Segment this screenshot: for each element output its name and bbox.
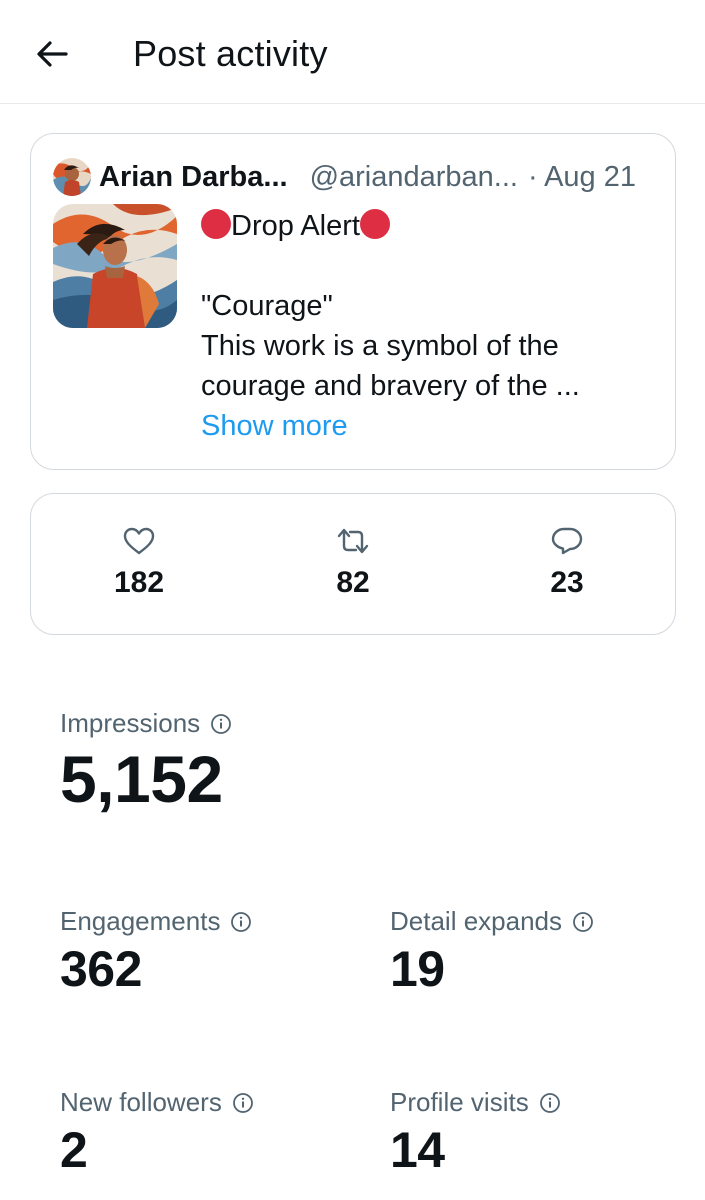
info-icon[interactable] <box>539 1092 561 1114</box>
author-name[interactable]: Arian Darba... <box>99 161 288 194</box>
info-icon[interactable] <box>572 911 594 933</box>
replies-count: 23 <box>550 566 584 599</box>
new-followers-value: 2 <box>60 1122 88 1178</box>
engagement-summary-card: 182 82 23 <box>30 493 676 635</box>
reposts-count: 82 <box>336 566 370 599</box>
top-bar: Post activity <box>0 0 705 104</box>
detail-expands-value: 19 <box>390 941 445 997</box>
replies-stat[interactable]: 23 <box>507 524 627 600</box>
post-body-line: This work is a symbol of the <box>201 330 559 362</box>
reposts-stat[interactable]: 82 <box>293 524 413 600</box>
engagements-metric: Engagements 362 <box>60 906 252 1001</box>
likes-count: 182 <box>113 566 165 599</box>
post-preview-card[interactable]: Arian Darba... @ariandarban... · Aug 21 … <box>30 133 676 470</box>
avatar[interactable] <box>53 158 91 196</box>
red-circle-emoji <box>359 209 390 239</box>
info-icon[interactable] <box>232 1092 254 1114</box>
post-media-thumbnail[interactable] <box>53 204 177 328</box>
reply-icon <box>551 527 583 555</box>
repost-icon <box>337 528 369 554</box>
page-title: Post activity <box>133 33 328 74</box>
impressions-label: Impressions <box>60 708 201 738</box>
profile-visits-value: 14 <box>390 1122 445 1178</box>
post-body-line: courage and bravery of the ... <box>201 370 580 402</box>
new-followers-metric: New followers 2 <box>60 1087 254 1182</box>
post-header: Arian Darba... @ariandarban... · Aug 21 <box>53 156 657 198</box>
back-button[interactable] <box>30 32 74 76</box>
profile-visits-metric: Profile visits 14 <box>390 1087 561 1182</box>
post-date: · Aug 21 <box>527 160 636 193</box>
impressions-value: 5,152 <box>60 742 223 816</box>
show-more-link[interactable]: Show more <box>201 406 651 446</box>
alert-line: Drop Alert <box>201 206 651 246</box>
alert-text: Drop Alert <box>231 210 360 242</box>
post-title-line: "Courage" <box>201 290 333 322</box>
impressions-metric: Impressions 5,152 <box>60 708 232 819</box>
detail-expands-metric: Detail expands 19 <box>390 906 594 1001</box>
heart-icon <box>123 527 155 555</box>
author-handle[interactable]: @ariandarban... <box>310 161 518 194</box>
engagements-label: Engagements <box>60 906 221 936</box>
arrow-left-icon <box>37 41 68 67</box>
detail-expands-label: Detail expands <box>390 906 562 936</box>
new-followers-label: New followers <box>60 1087 222 1117</box>
red-circle-emoji <box>201 209 231 239</box>
post-text: Drop Alert "Courage" This work is a symb… <box>201 206 651 446</box>
info-icon[interactable] <box>230 911 252 933</box>
profile-visits-label: Profile visits <box>390 1087 529 1117</box>
info-icon[interactable] <box>210 713 232 735</box>
engagements-value: 362 <box>60 941 142 997</box>
likes-stat[interactable]: 182 <box>79 524 199 600</box>
